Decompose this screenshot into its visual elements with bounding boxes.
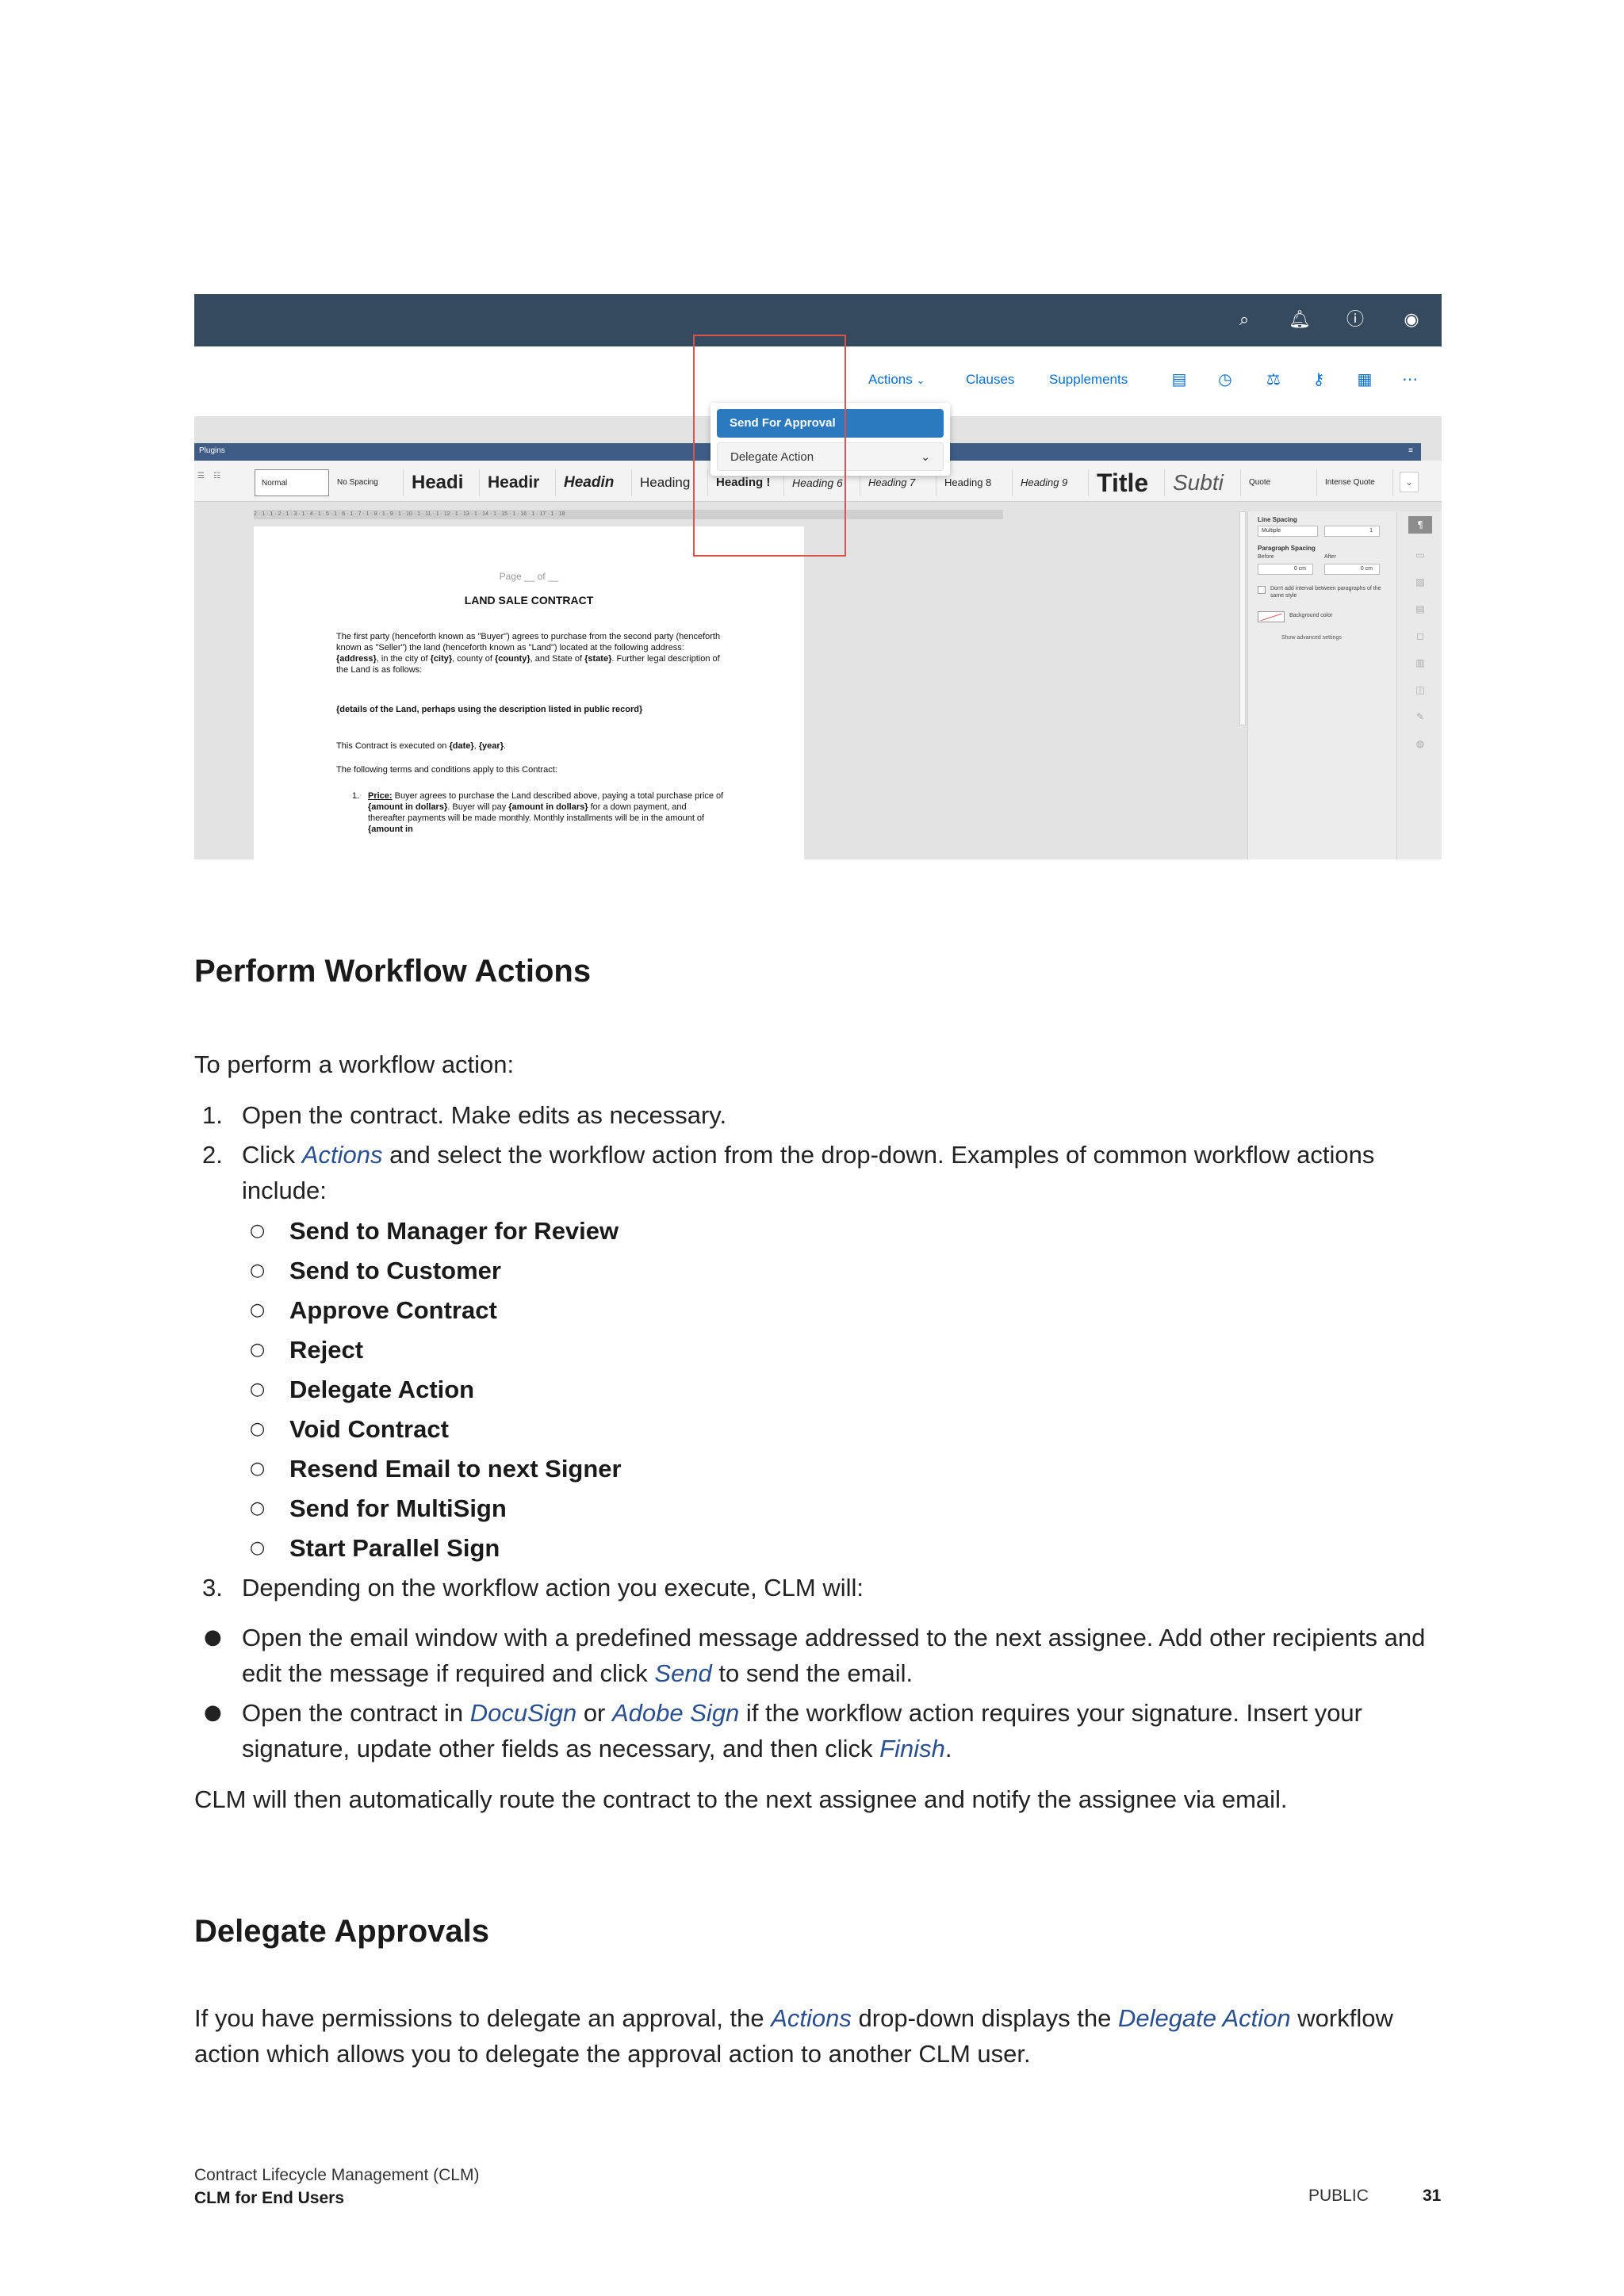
document-page: Page __ of __ LAND SALE CONTRACT The fir… [254, 526, 804, 859]
table-icon[interactable]: ▭ [1408, 546, 1432, 564]
background-color-label: Background color [1289, 613, 1333, 618]
style-heading-9[interactable]: Heading 9 [1014, 469, 1089, 496]
scales-icon[interactable]: ⚖ [1263, 369, 1284, 389]
textart-icon[interactable]: ◫ [1408, 681, 1432, 698]
highlight-box [693, 335, 846, 557]
bullet-icon: ● [204, 1625, 222, 1649]
history-icon[interactable]: ◷ [1215, 369, 1235, 389]
bullet-icon: ● [204, 1701, 222, 1724]
style-normal[interactable]: Normal [255, 469, 329, 496]
right-toolbar: ¶ ▭ ▨ ▤ ◻ ▥ ◫ ✎ ◍ [1396, 511, 1442, 859]
document-icon[interactable]: ▤ [1169, 369, 1189, 389]
doc-paragraph: The first party (henceforth known as "Bu… [336, 632, 721, 675]
hamburger-icon[interactable]: ≡ [1408, 446, 1413, 455]
style-subtitle[interactable]: Subti [1166, 469, 1241, 496]
clauses-link[interactable]: Clauses [966, 372, 1014, 388]
step-number: 1. [202, 1101, 223, 1129]
search-icon[interactable]: ⌕ [1232, 308, 1256, 332]
user-icon[interactable]: ◉ [1400, 308, 1423, 332]
delegate-paragraph: If you have permissions to delegate an a… [194, 2004, 1393, 2068]
paragraph-settings-panel: Line Spacing Multiple 1 Paragraph Spacin… [1247, 511, 1396, 859]
style-intense-quote[interactable]: Intense Quote [1319, 469, 1393, 496]
style-no-spacing[interactable]: No Spacing [331, 469, 404, 496]
ruler: 2 · 1 · 1 · 2 · 1 · 3 · 1 · 4 · 1 · 5 · … [254, 510, 1003, 519]
section-heading: Delegate Approvals [194, 1914, 489, 1949]
image-icon[interactable]: ▨ [1408, 573, 1432, 591]
bullet-text: Open the contract in DocuSign or Adobe S… [242, 1699, 1362, 1762]
doc-paragraph: {details of the Land, perhaps using the … [336, 705, 643, 714]
paragraph-spacing-label: Paragraph Spacing [1258, 545, 1316, 552]
help-icon[interactable]: ⓘ [1343, 308, 1367, 332]
page-number: Page __ of __ [499, 571, 559, 582]
circle-bullet-icon: ○ [250, 1459, 266, 1479]
style-title[interactable]: Title [1090, 469, 1165, 496]
plugins-label: Plugins [199, 446, 225, 455]
circle-bullet-icon: ○ [250, 1538, 266, 1558]
step-text: Click Actions and select the workflow ac… [242, 1141, 1375, 1204]
list-icon[interactable]: ☰ [197, 472, 205, 480]
review-icon[interactable]: ▦ [1354, 369, 1375, 389]
advanced-settings-link[interactable]: Show advanced settings [1281, 635, 1342, 641]
chart-icon[interactable]: ▥ [1408, 654, 1432, 672]
after-label: After [1324, 554, 1336, 560]
no-interval-label: Don't add interval between paragraphs of… [1270, 586, 1381, 599]
footer-classification: PUBLIC [1308, 2187, 1369, 2205]
numbered-list-icon[interactable]: ☷ [213, 472, 220, 480]
step-number: 2. [202, 1141, 223, 1169]
chevron-down-icon: ⌄ [921, 451, 930, 464]
background-color-swatch[interactable] [1258, 611, 1285, 622]
style-quote[interactable]: Quote [1243, 469, 1317, 496]
header-icon[interactable]: ▤ [1408, 600, 1432, 618]
more-icon[interactable]: ⋯ [1400, 369, 1420, 389]
after-input[interactable]: 0 cm [1324, 564, 1380, 575]
step-text: Open the contract. Make edits as necessa… [242, 1101, 727, 1129]
line-spacing-input[interactable]: 1 [1324, 526, 1380, 537]
circle-bullet-icon: ○ [250, 1498, 266, 1518]
plugin-icon[interactable]: ◍ [1408, 735, 1432, 752]
paragraph-icon[interactable]: ¶ [1408, 516, 1432, 534]
footer-guide: CLM for End Users [194, 2189, 345, 2207]
actions-menu[interactable]: Actions ⌄ [868, 372, 925, 388]
bullet-text: Open the email window with a predefined … [242, 1624, 1426, 1687]
closing-paragraph: CLM will then automatically route the co… [194, 1785, 1288, 1813]
footer-product: Contract Lifecycle Management (CLM) [194, 2166, 480, 2184]
section-heading: Perform Workflow Actions [194, 954, 592, 989]
circle-bullet-icon: ○ [250, 1340, 266, 1360]
circle-bullet-icon: ○ [250, 1261, 266, 1280]
line-spacing-select[interactable]: Multiple [1258, 526, 1318, 537]
style-heading-1[interactable]: Headi [405, 469, 480, 496]
supplements-link[interactable]: Supplements [1049, 372, 1128, 388]
step-text: Depending on the workflow action you exe… [242, 1574, 864, 1601]
doc-paragraph: This Contract is executed on {date}, {ye… [336, 741, 507, 751]
doc-title: LAND SALE CONTRACT [464, 594, 594, 607]
no-interval-checkbox[interactable] [1258, 586, 1266, 594]
line-spacing-label: Line Spacing [1258, 516, 1297, 523]
circle-bullet-icon: ○ [250, 1221, 266, 1241]
before-label: Before [1258, 554, 1274, 560]
app-screenshot: ⌕ 🔔︎ ⓘ ◉ Actions ⌄ Clauses Supplements ▤… [194, 294, 1442, 859]
doc-paragraph: The following terms and conditions apply… [336, 765, 557, 775]
expand-styles-icon[interactable]: ⌄ [1400, 472, 1419, 492]
bell-icon[interactable]: 🔔︎ [1288, 308, 1312, 332]
chevron-down-icon: ⌄ [916, 375, 925, 387]
scrollbar[interactable] [1239, 511, 1246, 725]
signature-icon[interactable]: ✎ [1408, 708, 1432, 725]
shape-icon[interactable]: ◻ [1408, 627, 1432, 645]
step-number: 3. [202, 1574, 223, 1601]
circle-bullet-icon: ○ [250, 1380, 266, 1399]
before-input[interactable]: 0 cm [1258, 564, 1313, 575]
intro-paragraph: To perform a workflow action: [194, 1050, 515, 1078]
page-number: 31 [1423, 2187, 1442, 2205]
circle-bullet-icon: ○ [250, 1419, 266, 1439]
doc-list-item: 1. Price: Buyer agrees to purchase the L… [352, 791, 724, 834]
key-icon[interactable]: ⚷ [1308, 369, 1329, 389]
circle-bullet-icon: ○ [250, 1300, 266, 1320]
footer-title: Contract Lifecycle Management (CLM) CLM … [194, 2164, 479, 2210]
style-heading-3[interactable]: Headin [557, 469, 632, 496]
style-heading-2[interactable]: Headir [481, 469, 556, 496]
